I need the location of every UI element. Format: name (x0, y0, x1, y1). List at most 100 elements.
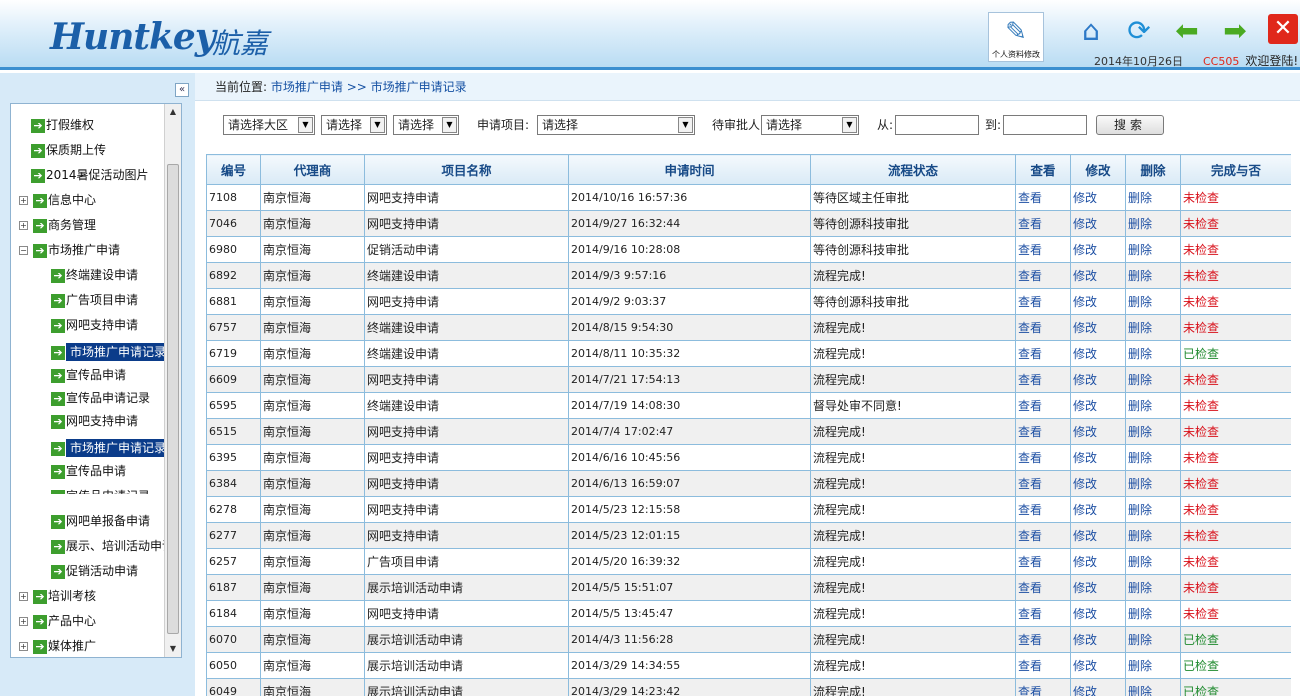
delete-link-text[interactable]: 删除 (1128, 477, 1152, 491)
edit-link-text[interactable]: 修改 (1073, 321, 1097, 335)
scroll-down-arrow-icon[interactable]: ▼ (165, 641, 181, 657)
edit-link-text[interactable]: 修改 (1073, 243, 1097, 257)
sidebar-item[interactable]: + ➔ 商务管理 (19, 214, 96, 236)
search-button[interactable]: 搜索 (1096, 115, 1164, 135)
sidebar-item[interactable]: ➔ 网吧单报备申请 (51, 510, 150, 532)
close-button[interactable]: ✕ (1268, 14, 1298, 44)
profile-edit-button[interactable]: ✎ 个人资料修改 (988, 12, 1044, 62)
sidebar-collapse-button[interactable]: « (175, 83, 189, 97)
edit-link-text[interactable]: 修改 (1073, 581, 1097, 595)
forward-button[interactable]: ➡ (1218, 14, 1252, 48)
sidebar-item[interactable]: ➔ 宣传品申请 (51, 460, 126, 482)
delete-link-text[interactable]: 删除 (1128, 503, 1152, 517)
refresh-button[interactable]: ⟳ (1122, 14, 1156, 48)
edit-link-text[interactable]: 修改 (1073, 659, 1097, 673)
agent-select[interactable]: 请选择 ▼ (393, 115, 459, 135)
delete-link-text[interactable]: 删除 (1128, 425, 1152, 439)
home-button[interactable]: ⌂ (1074, 14, 1108, 48)
edit-link-text[interactable]: 修改 (1073, 529, 1097, 543)
view-link-text[interactable]: 查看 (1018, 685, 1042, 696)
view-link-text[interactable]: 查看 (1018, 425, 1042, 439)
sidebar-item[interactable]: + ➔ 信息中心 (19, 189, 96, 211)
delete-link-text[interactable]: 删除 (1128, 607, 1152, 621)
sidebar-item[interactable]: ➔ 宣传品申请 (51, 364, 126, 386)
tree-scrollbar[interactable]: ▲ ▼ (164, 104, 181, 657)
view-link-text[interactable]: 查看 (1018, 269, 1042, 283)
date-from-input[interactable] (895, 115, 979, 135)
view-link-text[interactable]: 查看 (1018, 217, 1042, 231)
expand-icon[interactable]: + (19, 196, 28, 205)
edit-link-text[interactable]: 修改 (1073, 633, 1097, 647)
edit-link-text[interactable]: 修改 (1073, 269, 1097, 283)
edit-link-text[interactable]: 修改 (1073, 503, 1097, 517)
sidebar-item[interactable]: ➔ 市场推广申请记录 (51, 341, 171, 363)
expand-icon[interactable]: + (19, 642, 28, 651)
view-link-text[interactable]: 查看 (1018, 581, 1042, 595)
view-link-text[interactable]: 查看 (1018, 191, 1042, 205)
edit-link-text[interactable]: 修改 (1073, 607, 1097, 621)
expand-icon[interactable]: + (19, 221, 28, 230)
view-link-text[interactable]: 查看 (1018, 607, 1042, 621)
delete-link-text[interactable]: 删除 (1128, 269, 1152, 283)
sidebar-item[interactable]: ➔ 展示、培训活动申请 (51, 535, 174, 557)
edit-link-text[interactable]: 修改 (1073, 425, 1097, 439)
edit-link-text[interactable]: 修改 (1073, 347, 1097, 361)
sidebar-item[interactable]: ➔ 2014暑促活动图片 (31, 164, 149, 186)
sidebar-item[interactable]: ➔宣传品申请记录 (51, 387, 150, 409)
delete-link-text[interactable]: 删除 (1128, 217, 1152, 231)
delete-link-text[interactable]: 删除 (1128, 243, 1152, 257)
view-link-text[interactable]: 查看 (1018, 503, 1042, 517)
sidebar-item[interactable]: ➔ 保质期上传 (31, 139, 106, 161)
edit-link-text[interactable]: 修改 (1073, 217, 1097, 231)
delete-link-text[interactable]: 删除 (1128, 295, 1152, 309)
delete-link-text[interactable]: 删除 (1128, 685, 1152, 696)
view-link-text[interactable]: 查看 (1018, 295, 1042, 309)
sidebar-item[interactable]: ➔ 网吧支持申请 (51, 314, 138, 336)
scroll-up-arrow-icon[interactable]: ▲ (165, 104, 181, 120)
delete-link-text[interactable]: 删除 (1128, 581, 1152, 595)
edit-link-text[interactable]: 修改 (1073, 685, 1097, 696)
edit-link-text[interactable]: 修改 (1073, 373, 1097, 387)
breadcrumb-current[interactable]: 市场推广申请记录 (371, 80, 467, 94)
date-to-input[interactable] (1003, 115, 1087, 135)
delete-link-text[interactable]: 删除 (1128, 191, 1152, 205)
sidebar-item[interactable]: ➔ 广告项目申请 (51, 289, 138, 311)
sidebar-item[interactable]: ➔ 终端建设申请 (51, 264, 138, 286)
project-select[interactable]: 请选择 ▼ (537, 115, 695, 135)
view-link-text[interactable]: 查看 (1018, 243, 1042, 257)
approver-select[interactable]: 请选择 ▼ (761, 115, 859, 135)
scrollbar-thumb[interactable] (167, 164, 179, 634)
view-link-text[interactable]: 查看 (1018, 373, 1042, 387)
view-link-text[interactable]: 查看 (1018, 529, 1042, 543)
sidebar-item[interactable]: ➔ 打假维权 (31, 114, 94, 136)
collapse-icon[interactable]: − (19, 246, 28, 255)
edit-link-text[interactable]: 修改 (1073, 555, 1097, 569)
edit-link-text[interactable]: 修改 (1073, 191, 1097, 205)
view-link-text[interactable]: 查看 (1018, 633, 1042, 647)
expand-icon[interactable]: + (19, 592, 28, 601)
expand-icon[interactable]: + (19, 617, 28, 626)
delete-link-text[interactable]: 删除 (1128, 555, 1152, 569)
sidebar-item[interactable]: ➔ 市场推广申请记录 (51, 437, 171, 459)
area-select[interactable]: 请选择 ▼ (321, 115, 387, 135)
view-link-text[interactable]: 查看 (1018, 399, 1042, 413)
sidebar-item[interactable]: ➔宣传品申请记录 (51, 485, 150, 494)
sidebar-item[interactable]: + ➔ 媒体推广 (19, 635, 96, 657)
sidebar-item[interactable]: + ➔ 培训考核 (19, 585, 96, 607)
delete-link-text[interactable]: 删除 (1128, 399, 1152, 413)
delete-link-text[interactable]: 删除 (1128, 321, 1152, 335)
sidebar-item[interactable]: ➔ 网吧支持申请 (51, 410, 138, 432)
sidebar-item[interactable]: − ➔ 市场推广申请 (19, 239, 120, 261)
view-link-text[interactable]: 查看 (1018, 451, 1042, 465)
delete-link-text[interactable]: 删除 (1128, 347, 1152, 361)
edit-link-text[interactable]: 修改 (1073, 451, 1097, 465)
breadcrumb-link-market-apply[interactable]: 市场推广申请 (271, 80, 343, 94)
back-button[interactable]: ⬅ (1170, 14, 1204, 48)
view-link-text[interactable]: 查看 (1018, 477, 1042, 491)
sidebar-item[interactable]: ➔ 促销活动申请 (51, 560, 138, 582)
view-link-text[interactable]: 查看 (1018, 659, 1042, 673)
view-link-text[interactable]: 查看 (1018, 347, 1042, 361)
delete-link-text[interactable]: 删除 (1128, 633, 1152, 647)
region-select[interactable]: 请选择大区 ▼ (223, 115, 315, 135)
view-link-text[interactable]: 查看 (1018, 555, 1042, 569)
